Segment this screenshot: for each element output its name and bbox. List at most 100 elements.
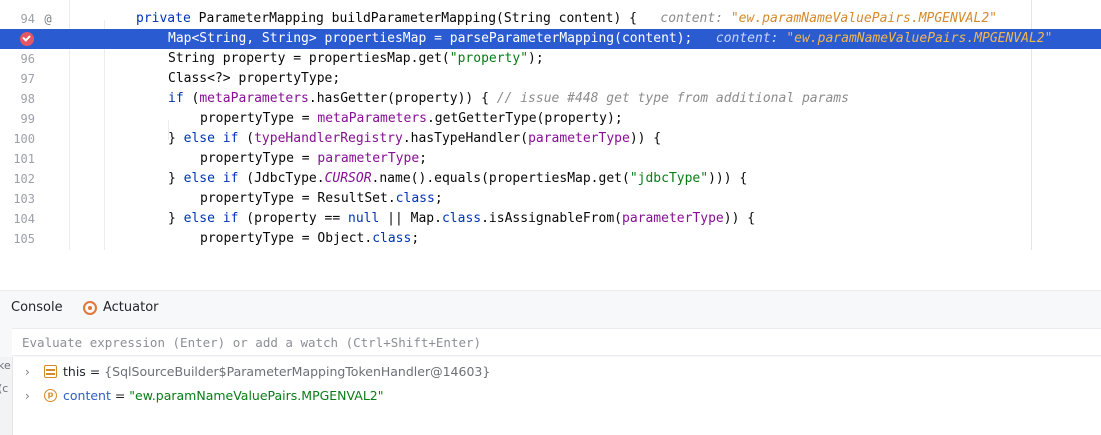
code-text[interactable]: private ParameterMapping buildParameterM… [136,9,997,29]
code-line[interactable]: 96 String property = propertiesMap.get("p… [0,49,1101,69]
code-token: .hasGetter(property)) { [308,91,497,106]
code-line[interactable]: 98 if (metaParameters.hasGetter(property)… [0,89,1101,109]
variable-row-content[interactable]: › p content = "ew.paramNameValuePairs.MP… [13,385,1101,407]
code-token: null [348,211,388,226]
code-text[interactable]: propertyType = parameterType; [200,149,427,169]
tab-console-label: Console [11,300,63,315]
code-token: .isAssignableFrom( [481,211,622,226]
code-token: "jdbcType" [629,171,709,186]
code-token: || Map. [387,211,442,226]
evaluate-expression-bar[interactable] [12,328,1101,356]
chevron-right-icon[interactable]: › [25,388,30,404]
code-token: (property == [246,211,349,226]
code-token: Map<String, String> propertiesMap = pars… [168,31,693,46]
tab-actuator-label: Actuator [103,300,159,315]
line-number[interactable]: 103 [0,189,35,209]
variable-value: "ew.paramNameValuePairs.MPGENVAL2" [129,388,384,403]
variable-equals: = [85,364,105,379]
inline-value-label: content: [660,11,731,26]
line-number[interactable]: 99 [0,109,35,129]
inline-value-label: content: [715,31,787,46]
code-token: else if [183,211,247,226]
breakpoint-icon[interactable] [20,32,34,46]
code-token: } [168,171,184,186]
tab-console[interactable]: Console [11,291,63,325]
code-text[interactable]: Class<?> propertyType; [168,69,340,89]
code-text[interactable]: } else if (JdbcType.CURSOR.name().equals… [168,169,747,189]
code-token: ; [434,191,443,206]
code-text[interactable]: propertyType = ResultSet.class; [200,189,443,209]
code-token: ( [246,131,255,146]
code-line[interactable]: 97 Class<?> propertyType; [0,69,1101,89]
code-token: ; [411,231,420,246]
code-token: Class<?> propertyType; [168,71,341,86]
code-token: class [441,211,482,226]
code-token: ))) { [708,171,748,186]
code-line[interactable]: 105 propertyType = Object.class; [0,229,1101,249]
code-token: else if [183,131,247,146]
code-token: propertyType = Object. [200,231,373,246]
code-token: "property" [449,51,529,66]
code-token: } [168,211,184,226]
code-line[interactable]: 104} else if (property == null || Map.cl… [0,209,1101,229]
code-token: parameterType [622,211,724,226]
line-number[interactable]: 104 [0,209,35,229]
override-marker-icon[interactable]: @ [41,12,55,26]
code-line[interactable]: 101 propertyType = parameterType; [0,149,1101,169]
code-line[interactable]: 103 propertyType = ResultSet.class; [0,189,1101,209]
inline-value-text: "ew.paramNameValuePairs.MPGENVAL2" [730,11,997,26]
code-text[interactable]: if (metaParameters.hasGetter(property)) … [168,89,849,109]
code-token: )) { [629,131,662,146]
code-token: parameterType [528,131,630,146]
inline-debug-value: content: "ew.paramNameValuePairs.MPGENVA… [637,11,997,26]
chevron-right-icon[interactable]: › [25,364,30,380]
line-number[interactable]: 97 [0,69,35,89]
frames-panel-edge[interactable]: ke (c [0,357,12,435]
code-token: } [168,131,184,146]
code-line[interactable]: 102 } else if (JdbcType.CURSOR.name().equ… [0,169,1101,189]
code-token: propertyType = ResultSet. [200,191,396,206]
code-text[interactable]: } else if (property == null || Map.class… [168,209,755,229]
code-token: ; [419,151,427,166]
frames-edge-text: (c [0,382,9,395]
code-text[interactable]: propertyType = metaParameters.getGetterT… [200,109,623,129]
code-token: if [168,91,192,106]
code-line[interactable]: 99 propertyType = metaParameters.getGette… [0,109,1101,129]
code-token: ParameterMapping buildParameterMapping(S… [198,11,637,26]
line-number[interactable]: 100 [0,129,35,149]
code-token: parameterType [317,151,420,166]
line-number[interactable]: 96 [0,49,35,69]
variable-equals: = [110,388,130,403]
line-number[interactable]: 94 [0,9,35,29]
code-text[interactable]: propertyType = Object.class; [200,229,419,249]
code-token: .name().equals(propertiesMap.get( [371,171,630,186]
code-token: propertyType = [200,111,318,126]
code-line[interactable]: 94 @ private ParameterMapping buildParamet… [0,9,1101,29]
evaluate-expression-input[interactable] [22,329,1092,356]
code-line[interactable]: 100 } else if (typeHandlerRegistry.hasTyp… [0,129,1101,149]
field-icon [44,365,57,378]
debug-panel: Console Actuator ke (c › this = {SqlSour… [0,290,1101,435]
debug-tabs: Console Actuator [0,291,1101,325]
parameter-icon: p [44,389,57,402]
tab-actuator[interactable]: Actuator [103,291,159,325]
line-number[interactable]: 101 [0,149,35,169]
variables-tree: › this = {SqlSourceBuilder$ParameterMapp… [13,357,1101,435]
frames-edge-text: ke [0,359,11,372]
code-text[interactable]: Map<String, String> propertiesMap = pars… [168,29,1052,49]
variable-name: content [63,388,111,403]
code-token: propertyType = [200,151,318,166]
code-token: String property = propertiesMap.get( [168,51,450,66]
code-editor[interactable]: 94 @ private ParameterMapping buildParamet… [0,0,1101,250]
code-token: CURSOR [324,171,372,186]
line-number[interactable]: 102 [0,169,35,189]
code-text[interactable]: } else if (typeHandlerRegistry.hasTypeHa… [168,129,661,149]
variable-row-this[interactable]: › this = {SqlSourceBuilder$ParameterMapp… [13,361,1101,383]
code-text[interactable]: String property = propertiesMap.get("pro… [168,49,544,69]
code-token: private [136,11,199,26]
line-number[interactable]: 105 [0,229,35,249]
line-number[interactable]: 98 [0,89,35,109]
code-line-current[interactable]: Map<String, String> propertiesMap = pars… [0,29,1101,49]
code-token: else if [183,171,247,186]
code-token: .hasTypeHandler( [402,131,529,146]
